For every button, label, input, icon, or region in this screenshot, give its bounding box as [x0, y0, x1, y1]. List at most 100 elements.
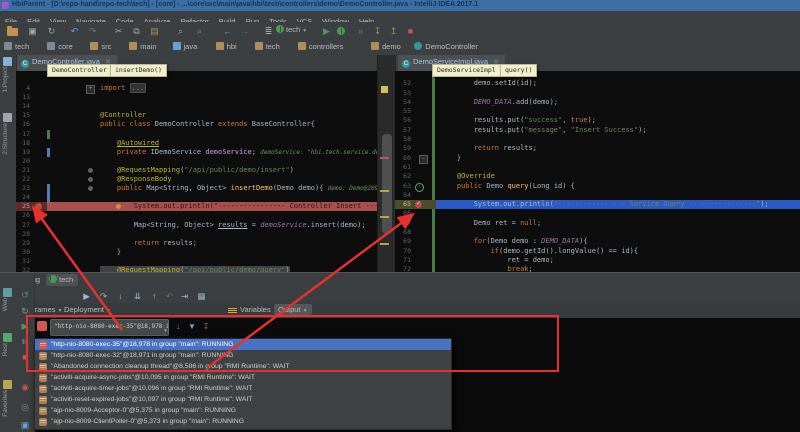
copy-icon[interactable]: ⧉ [130, 25, 143, 38]
prev-occurrence-icon[interactable]: ↑ [158, 321, 170, 333]
code-line-20[interactable]: 20 [16, 157, 377, 166]
tool-window-icon-favorites[interactable] [3, 380, 12, 389]
tool-window-icon-rest[interactable] [3, 333, 12, 342]
breadcrumb-controllers[interactable]: controllers [298, 42, 344, 53]
paste-icon[interactable]: ▤ [148, 25, 161, 38]
sync-icon[interactable]: ↻ [45, 25, 58, 38]
code-line-66[interactable]: 66 [395, 209, 800, 218]
run-configuration-combo[interactable]: tech ▼ [276, 25, 307, 37]
run-with-coverage-icon[interactable]: » [354, 25, 367, 38]
code-line-57[interactable]: 57 results.put("message", "Insert Succes… [395, 126, 800, 135]
gutter-marker-icon[interactable] [88, 168, 93, 173]
restore-layout-icon[interactable]: ▣ [19, 419, 31, 431]
cut-icon[interactable]: ✂ [112, 25, 125, 38]
code-line-56[interactable]: 56 results.put("success", true); [395, 116, 800, 125]
code-line-14[interactable]: 14 [16, 102, 377, 111]
vcs-commit-icon[interactable]: ↥ [387, 25, 400, 38]
breadcrumb-democontroller[interactable]: DemoController [414, 42, 478, 53]
tool-window-icon-web[interactable] [3, 288, 12, 297]
code-line-54[interactable]: 54 DEMO_DATA.add(demo); [395, 98, 800, 107]
breadcrumb-core[interactable]: core [47, 42, 73, 53]
find-icon[interactable]: ⌕ [174, 25, 187, 38]
breadcrumb-class-right[interactable]: DemoServiceImpl [432, 64, 501, 77]
code-line-16[interactable]: 16public class DemoController extends Ba… [16, 120, 377, 129]
step-out-icon[interactable]: ↑ [148, 290, 161, 302]
stop-icon[interactable]: ■ [404, 25, 417, 38]
code-line-60[interactable]: 60− } [395, 154, 800, 163]
tool-window-icon-project[interactable] [3, 57, 12, 66]
code-line-62[interactable]: 62 @Override [395, 172, 800, 181]
thread-selector-dropdown[interactable]: "http-nio-8080-exec-35"@18,978 in group … [50, 319, 169, 336]
mute-breakpoints-icon[interactable]: ◎ [19, 401, 31, 413]
step-over-icon[interactable]: ↷ [97, 290, 110, 302]
breadcrumb-main[interactable]: main [129, 42, 156, 53]
scrollbar-thumb[interactable] [382, 134, 392, 234]
back-icon[interactable]: ← [221, 25, 234, 38]
thread-row[interactable]: "activiti-acquire-timer-jobs"@10,096 in … [35, 383, 451, 394]
replace-icon[interactable]: ⌕ [193, 25, 206, 38]
code-line-64[interactable]: 64 [395, 191, 800, 200]
export-icon[interactable]: ↧ [200, 321, 212, 333]
undo-icon[interactable]: ↶ [68, 25, 81, 38]
code-line-29[interactable]: 29 return results; [16, 239, 377, 248]
code-line-30[interactable]: 30 } [16, 248, 377, 257]
code-line-67[interactable]: 67 Demo ret = null; [395, 219, 800, 228]
settings-icon[interactable]: ≣ [262, 25, 275, 38]
code-line-69[interactable]: 69 for(Demo demo : DEMO_DATA){ [395, 237, 800, 246]
breakpoint-icon[interactable]: ✓ [415, 201, 422, 208]
run-icon[interactable]: ▶ [320, 25, 333, 38]
code-line-13[interactable]: 13 [16, 93, 377, 102]
thread-row[interactable]: "Abandoned connection cleanup thread"@8,… [35, 361, 451, 372]
code-line-58[interactable]: 58 [395, 135, 800, 144]
drop-frame-icon[interactable]: ↶ [163, 290, 176, 302]
redo-icon[interactable]: ↷ [86, 25, 99, 38]
thread-row[interactable]: "ajp-nio-8009-ClientPoller-0"@5,373 in g… [35, 416, 451, 427]
gutter-marker-icon[interactable] [88, 186, 93, 191]
code-line-23[interactable]: 23 public Map<String, Object> insertDemo… [16, 184, 377, 193]
tab-output[interactable]: Output ▼ [274, 304, 312, 315]
thread-row[interactable]: "http-nio-8080-exec-32"@18,971 in group … [35, 350, 451, 361]
code-line-55[interactable]: 55 [395, 107, 800, 116]
code-line-15[interactable]: 15@Controller [16, 111, 377, 120]
code-line-26[interactable]: 26 [16, 211, 377, 220]
vcs-update-icon[interactable]: ↧ [371, 25, 384, 38]
evaluate-expression-icon[interactable]: ▦ [195, 290, 208, 302]
code-line-68[interactable]: 68 [395, 228, 800, 237]
code-line-21[interactable]: 21 @RequestMapping("/api/public/demo/ins… [16, 166, 377, 175]
code-line-52[interactable]: 52 demo.setId(id); [395, 79, 800, 88]
save-icon[interactable]: ▣ [26, 25, 39, 38]
code-line-28[interactable]: 28 [16, 230, 377, 239]
thread-row[interactable]: "ajp-nio-8009-Acceptor-0"@5,375 in group… [35, 405, 451, 416]
step-into-icon[interactable]: ↓ [114, 290, 127, 302]
code-line-53[interactable]: 53 [395, 89, 800, 98]
breadcrumb-method-right[interactable]: query() [500, 64, 537, 77]
code-line-27[interactable]: 27 Map<String, Object> results = demoSer… [16, 221, 377, 230]
tab-variables[interactable]: Variables ▼ [240, 305, 278, 314]
code-line-59[interactable]: 59 return results; [395, 144, 800, 153]
resume-icon[interactable]: ▶ [19, 320, 31, 332]
breadcrumb-demo[interactable]: demo [371, 42, 401, 53]
view-breakpoints-icon[interactable]: ◉ [19, 381, 31, 393]
code-line-24[interactable]: 24 [16, 193, 377, 202]
code-line-19[interactable]: 19 private IDemoService demoService; dem… [16, 148, 377, 157]
tab-deployment[interactable]: Deployment ▼ [64, 305, 111, 314]
thread-row[interactable]: "activiti-acquire-async-jobs"@10,095 in … [35, 372, 451, 383]
breadcrumb-tech[interactable]: tech [255, 42, 280, 53]
thread-row[interactable]: "activiti-reset-expired-jobs"@10,097 in … [35, 394, 451, 405]
forward-icon[interactable]: → [238, 25, 251, 38]
code-line-4[interactable]: 4+import ... [16, 84, 377, 93]
debug-session-tab[interactable]: tech [46, 274, 78, 286]
pause-icon[interactable]: ▮▮ [19, 336, 31, 348]
tool-window-button-project[interactable]: 1:Project [2, 67, 9, 93]
code-line-18[interactable]: 18 @Autowired [16, 139, 377, 148]
breadcrumb-src[interactable]: src [90, 42, 111, 53]
editor-democontroller[interactable]: 4+import ...131415@Controller16public cl… [16, 71, 377, 273]
breadcrumb-method-left[interactable]: insertDemo() [110, 64, 167, 77]
tool-window-button-rest[interactable]: Rest [2, 343, 9, 356]
code-line-71[interactable]: 71 ret = demo; [395, 256, 800, 265]
code-line-22[interactable]: 22 @ResponseBody [16, 175, 377, 184]
code-line-65[interactable]: 65✓ System.out.println("----------------… [395, 200, 800, 209]
run-to-cursor-icon[interactable]: ⇥ [178, 290, 191, 302]
tool-window-button-structure[interactable]: 2:Structure [2, 123, 9, 155]
refresh-icon[interactable]: ↻ [19, 305, 31, 317]
